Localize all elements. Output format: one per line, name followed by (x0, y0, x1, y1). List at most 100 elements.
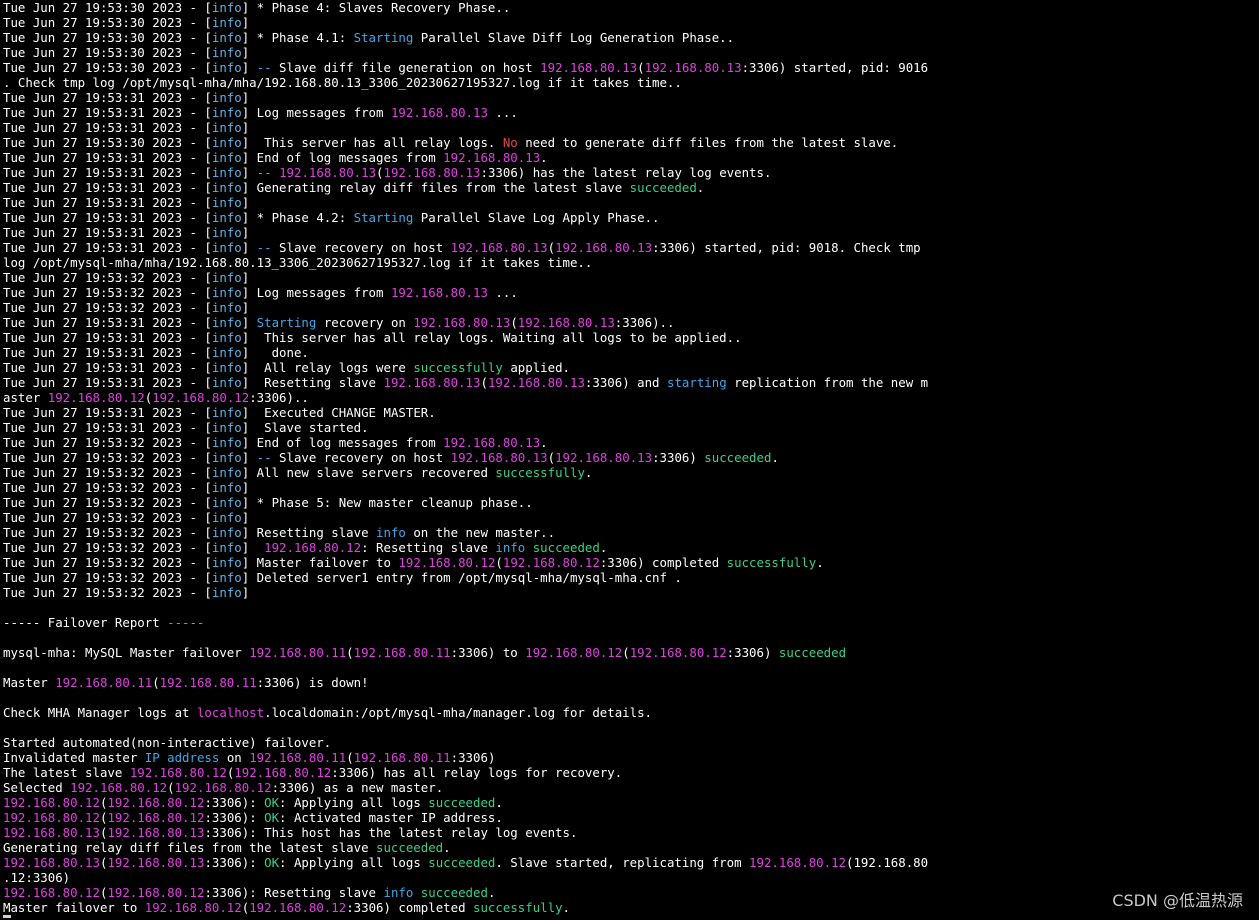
terminal-cursor (3, 915, 11, 918)
log-timestamp: Tue Jun 27 19:53:32 2023 (3, 525, 183, 540)
terminal-line: Tue Jun 27 19:53:32 2023 - [info] -- Sla… (3, 450, 779, 465)
log-text: :3306) and (584, 375, 667, 390)
log-timestamp: Tue Jun 27 19:53:31 2023 (3, 210, 183, 225)
log-level: info (211, 315, 242, 330)
log-text: :3306).. (249, 390, 309, 405)
terminal-line: . Check tmp log /opt/mysql-mha/mha/192.1… (3, 75, 1257, 90)
log-text: 192.168.80.13 (450, 240, 548, 255)
log-text: 192.168.80.13 (555, 450, 653, 465)
terminal-line: The latest slave 192.168.80.12(192.168.8… (3, 765, 1257, 780)
log-timestamp: Tue Jun 27 19:53:31 2023 (3, 420, 183, 435)
terminal-output: Tue Jun 27 19:53:30 2023 - [info] * Phas… (3, 0, 1257, 915)
log-level: info (211, 225, 242, 240)
log-text: * Phase 4: Slaves Recovery Phase.. (249, 0, 511, 15)
log-level: info (211, 345, 242, 360)
log-text: Starting (353, 210, 414, 225)
terminal-line: Tue Jun 27 19:53:31 2023 - [info] (3, 90, 250, 105)
log-level: info (211, 30, 242, 45)
log-level: info (211, 465, 242, 480)
log-text: Master (3, 675, 56, 690)
log-text: :3306): (204, 855, 265, 870)
log-text: ( (637, 60, 645, 75)
terminal-line: Tue Jun 27 19:53:31 2023 - [info] -- Sla… (3, 240, 921, 255)
log-text: 192.168.80.12 (3, 795, 100, 810)
log-text: successfully (473, 900, 563, 915)
log-text: . (562, 900, 571, 915)
terminal-line: ----- Failover Report ----- (3, 615, 1257, 630)
log-text: succeeded (532, 540, 600, 555)
log-level: info (211, 480, 242, 495)
log-text: 192.168.80.13 (413, 315, 511, 330)
terminal-line: Tue Jun 27 19:53:32 2023 - [info] Master… (3, 555, 824, 570)
log-text: 192.168.80.11 (55, 675, 153, 690)
log-text: : Resetting slave (361, 540, 496, 555)
terminal-line: 192.168.80.13(192.168.80.13:3306): OK: A… (3, 855, 1257, 870)
log-text: 192.168.80.12 (129, 765, 227, 780)
log-level: info (211, 0, 242, 15)
log-timestamp: Tue Jun 27 19:53:31 2023 (3, 240, 183, 255)
log-text: Slave started. (249, 420, 369, 435)
log-timestamp: Tue Jun 27 19:53:31 2023 (3, 375, 183, 390)
terminal-line: 192.168.80.12(192.168.80.12:3306): OK: A… (3, 795, 1257, 810)
log-timestamp: Tue Jun 27 19:53:32 2023 (3, 495, 183, 510)
log-text: This server has all relay logs. (249, 135, 503, 150)
log-text: :3306) started, pid: 9016 (741, 60, 929, 75)
log-text: .localdomain:/opt/mysql-mha/manager.log … (264, 705, 653, 720)
log-timestamp: Tue Jun 27 19:53:32 2023 (3, 285, 183, 300)
terminal-line: Tue Jun 27 19:53:32 2023 - [info] Log me… (3, 285, 518, 300)
log-text: Generating relay diff files from the lat… (3, 840, 376, 855)
log-text: 192.168.80.13 (390, 285, 488, 300)
log-text: ( (622, 645, 630, 660)
terminal-line: Tue Jun 27 19:53:30 2023 - [info] This s… (3, 135, 899, 150)
log-text: Slave diff file generation on host (271, 60, 541, 75)
log-level: info (211, 60, 242, 75)
log-text: :3306) (450, 750, 496, 765)
log-text: Parallel Slave Diff Log Generation Phase… (413, 30, 735, 45)
log-text: . Check tmp log /opt/mysql-mha/mha/192.1… (3, 75, 682, 90)
log-text: ... (487, 285, 518, 300)
terminal-line: Tue Jun 27 19:53:32 2023 - [info] 192.16… (3, 540, 608, 555)
log-text: 192.168.80.13 (107, 825, 205, 840)
log-level: info (211, 555, 242, 570)
log-timestamp: Tue Jun 27 19:53:32 2023 (3, 510, 183, 525)
log-level: info (211, 240, 242, 255)
log-text: : Applying all logs (279, 795, 429, 810)
log-text: :3306) has all relay logs for recovery. (331, 765, 623, 780)
log-text: replication from the new m (726, 375, 929, 390)
terminal-line: Tue Jun 27 19:53:32 2023 - [info] * Phas… (3, 495, 533, 510)
log-text: succeeded (704, 450, 772, 465)
log-timestamp: Tue Jun 27 19:53:30 2023 (3, 0, 183, 15)
log-text: succeeded (428, 795, 496, 810)
log-text: 192.168.80.12 (152, 390, 250, 405)
log-text: 192.168.80.13 (383, 165, 481, 180)
log-level: info (211, 495, 242, 510)
log-text: info (383, 885, 414, 900)
terminal-line: Tue Jun 27 19:53:32 2023 - [info] (3, 585, 250, 600)
log-text: ( (510, 315, 518, 330)
log-text: 192.168.80.12 (107, 810, 205, 825)
terminal-line: Tue Jun 27 19:53:31 2023 - [info] Log me… (3, 105, 518, 120)
log-text: applied. (502, 360, 570, 375)
terminal-line: 192.168.80.12(192.168.80.12:3306): OK: A… (3, 810, 1257, 825)
log-timestamp: Tue Jun 27 19:53:30 2023 (3, 30, 183, 45)
log-text: :3306): Resetting slave (204, 885, 384, 900)
log-text: 192.168.80.13 (3, 855, 100, 870)
log-text: 192.168.80.13 (443, 435, 541, 450)
terminal-line: Tue Jun 27 19:53:32 2023 - [info] Resett… (3, 525, 556, 540)
log-text: 192.168.80.12 (174, 780, 272, 795)
log-text: log /opt/mysql-mha/mha/192.168.80.13_330… (3, 255, 593, 270)
log-text: 192.168.80.13 (107, 855, 205, 870)
terminal-line: Tue Jun 27 19:53:31 2023 - [info] Genera… (3, 180, 705, 195)
log-text: 192.168.80.12 (525, 645, 623, 660)
log-timestamp: Tue Jun 27 19:53:31 2023 (3, 105, 183, 120)
log-text: starting (666, 375, 727, 390)
terminal-line: Tue Jun 27 19:53:31 2023 - [info] done. (3, 345, 309, 360)
terminal-line: Tue Jun 27 19:53:30 2023 - [info] (3, 15, 250, 30)
log-level: info (211, 150, 242, 165)
log-text: 192.168.80.12 (234, 765, 332, 780)
log-level: info (211, 195, 242, 210)
